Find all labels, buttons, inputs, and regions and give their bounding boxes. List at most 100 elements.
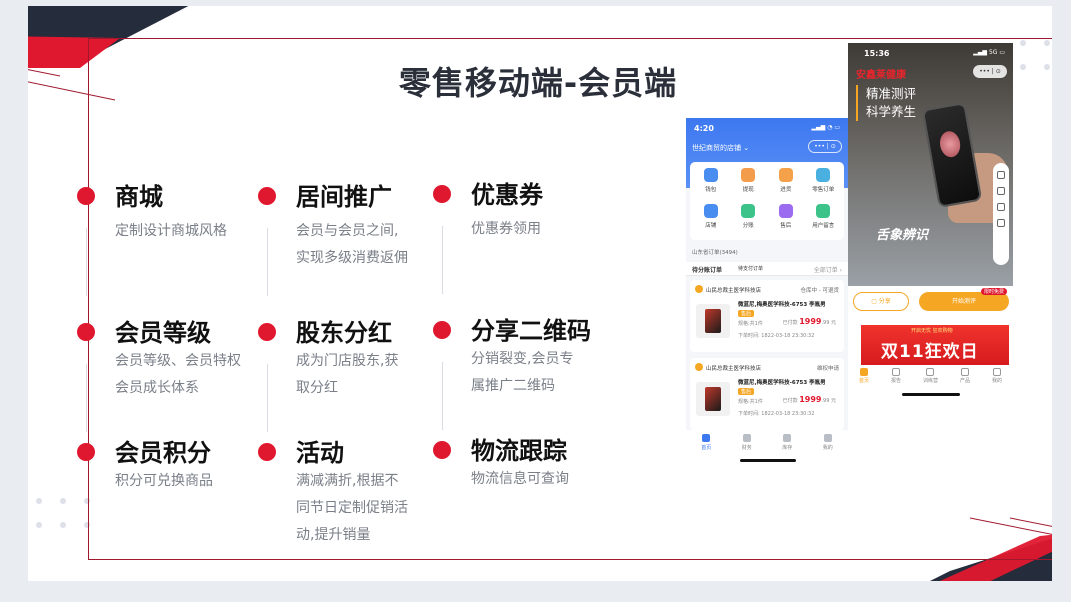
signal-icon: ▂▄▆ ◔ ▭: [811, 124, 840, 131]
feature-desc: 会员等级、会员特权 会员成长体系: [115, 353, 241, 396]
brand-logo: 安鑫莱健康: [856, 70, 906, 81]
bullet-dot: [258, 187, 276, 205]
aftersale-icon: [778, 204, 793, 218]
hero-slogan: 精准测评 科学养生: [856, 85, 916, 121]
promo-title: 双11狂欢日: [881, 342, 979, 362]
service-icon: [997, 203, 1005, 211]
feature-title: 优惠券: [471, 181, 543, 209]
feature-desc: 物流信息可查询: [471, 471, 569, 487]
order-status: 仓库中 - 可退货: [800, 288, 839, 294]
home-icon: [859, 368, 868, 376]
feature-desc: 成为门店股东,获 取分红: [296, 353, 399, 396]
stock-icon: [778, 168, 793, 182]
tab-pending-pay[interactable]: 待支付订单: [738, 265, 763, 272]
grid-item-retail-order[interactable]: 零售订单: [805, 168, 843, 202]
nav-product[interactable]: 产品: [960, 368, 970, 389]
grid-item-aftersale[interactable]: 售后: [767, 204, 805, 238]
grid-item-store[interactable]: 店铺: [692, 204, 730, 238]
feature-title: 分享二维码: [471, 317, 591, 345]
share-button[interactable]: ▢ 分享: [853, 292, 909, 311]
promo-banner[interactable]: 开启无忧 狂欢购物 双11狂欢日: [861, 325, 1009, 365]
order-spec: 规格:共1件: [738, 321, 763, 327]
nav-report[interactable]: 报告: [891, 368, 901, 389]
order-price: 已付款 1999.99 元: [782, 395, 836, 404]
feature-desc: 优惠券领用: [471, 221, 541, 237]
feature-title: 物流跟踪: [471, 437, 567, 465]
grid-item-withdraw[interactable]: 提现: [730, 168, 768, 202]
divider-line: [442, 362, 443, 430]
feature-desc: 满减满折,根据不 同节日定制促销活 动,提升销量: [296, 473, 408, 543]
phone-image: [921, 101, 983, 209]
store-selector[interactable]: 世纪商贸的店铺 ⌄: [692, 143, 749, 153]
split-icon: [741, 204, 756, 218]
feature-logistics: 物流跟踪 物流信息可查询: [433, 436, 641, 493]
miniprogram-capsule[interactable]: ••• | ⊙: [973, 65, 1007, 78]
miniprogram-capsule[interactable]: ••• | ⊙: [808, 140, 842, 153]
share-icon: [997, 187, 1005, 195]
nav-camp[interactable]: 训练营: [923, 368, 938, 389]
bullet-dot: [433, 185, 451, 203]
signal-icon: ▂▄▆ 5G ▭: [973, 49, 1005, 56]
feature-coupon: 优惠券 优惠券领用: [433, 180, 641, 294]
grid-item-split[interactable]: 分账: [730, 204, 768, 238]
product-name: 微蓝尼,梅奥医学科技-6753 李胤男: [738, 302, 826, 308]
order-status: 维权申请: [816, 366, 839, 372]
floating-sidebar[interactable]: [993, 163, 1009, 265]
user-icon: [992, 368, 1001, 376]
product-name: 微蓝尼,梅奥医学科技-6753 李胤男: [738, 380, 826, 386]
order-time: 下单时间: 1822-03-18 23:30:32: [738, 411, 815, 417]
order-card[interactable]: 山民总裁主医学科技店 维权申请 微蓝尼,梅奥医学科技-6753 李胤男 售后 规…: [690, 358, 844, 430]
home-indicator: [902, 393, 960, 396]
phone-screenshot-store: 4:20 ▂▄▆ ◔ ▭ 世纪商贸的店铺 ⌄ ••• | ⊙ 钱包 提现 进货 …: [686, 118, 848, 464]
nav-home[interactable]: 首页: [859, 368, 869, 389]
order-time: 下单时间: 1822-03-18 23:30:32: [738, 333, 815, 339]
promo-subtitle: 开启无忧 狂欢购物: [911, 328, 953, 334]
inventory-icon: [783, 434, 792, 442]
order-card[interactable]: 山民总裁主医学科技店 仓库中 - 可退货 微蓝尼,梅奥医学科技-6753 李胤男…: [690, 280, 844, 352]
grid-item-stock[interactable]: 进货: [767, 168, 805, 202]
withdraw-icon: [741, 168, 756, 182]
order-shop: 山民总裁主医学科技店: [706, 288, 762, 294]
free-badge: 限时免费: [980, 288, 1007, 295]
action-row: ▢ 分享 开始测评 限时免费: [853, 288, 1009, 312]
divider-line: [442, 226, 443, 294]
bullet-dot: [433, 321, 451, 339]
feature-desc: 会员与会员之间, 实现多级消费返佣: [296, 223, 408, 266]
phone-screenshot-health: 15:36 ▂▄▆ 5G ▭ 安鑫莱健康 ••• | ⊙ 精准测评 科学养生 舌象…: [848, 43, 1013, 400]
shop-icon: [695, 363, 703, 371]
product-icon: [960, 368, 969, 376]
grid-item-message[interactable]: 用户留言: [805, 204, 843, 238]
bullet-dot: [77, 187, 95, 205]
power-icon: [997, 219, 1005, 227]
bullet-dot: [433, 441, 451, 459]
store-icon: [703, 204, 718, 218]
page-title: 零售移动端-会员端: [398, 64, 678, 102]
product-image: [696, 304, 730, 338]
order-tag: 售后: [738, 310, 755, 317]
finance-icon: [742, 434, 751, 442]
bullet-dot: [258, 323, 276, 341]
search-icon: [997, 171, 1005, 179]
grid-item-wallet[interactable]: 钱包: [692, 168, 730, 202]
wallet-icon: [703, 168, 718, 182]
feature-desc: 分销裂变,会员专 属推广二维码: [471, 351, 574, 394]
order-tabs: 待分账订单 待支付订单 全部订单 ›: [686, 262, 848, 276]
feature-desc: 积分可兑换商品: [115, 473, 213, 489]
nav-mine[interactable]: 我的: [823, 434, 833, 464]
tab-all-orders[interactable]: 全部订单 ›: [814, 265, 842, 274]
hero-banner: 15:36 ▂▄▆ 5G ▭ 安鑫莱健康 ••• | ⊙ 精准测评 科学养生 舌象…: [848, 43, 1013, 286]
feature-desc: 定制设计商城风格: [115, 223, 227, 239]
nav-mine[interactable]: 我的: [992, 368, 1002, 389]
camp-icon: [926, 368, 935, 376]
divider-line: [267, 228, 268, 296]
nav-home[interactable]: 首页: [701, 434, 711, 464]
home-icon: [702, 434, 711, 442]
shipping-info: 山东省订单(3494): [692, 250, 738, 256]
order-tag: 售后: [738, 388, 755, 395]
function-grid: 钱包 提现 进货 零售订单 店铺 分账 售后 用户留言: [690, 162, 844, 240]
tab-pending-split[interactable]: 待分账订单: [692, 265, 722, 274]
divider-line: [267, 364, 268, 432]
divider-line: [86, 364, 87, 432]
bullet-dot: [77, 323, 95, 341]
bullet-dot: [258, 443, 276, 461]
